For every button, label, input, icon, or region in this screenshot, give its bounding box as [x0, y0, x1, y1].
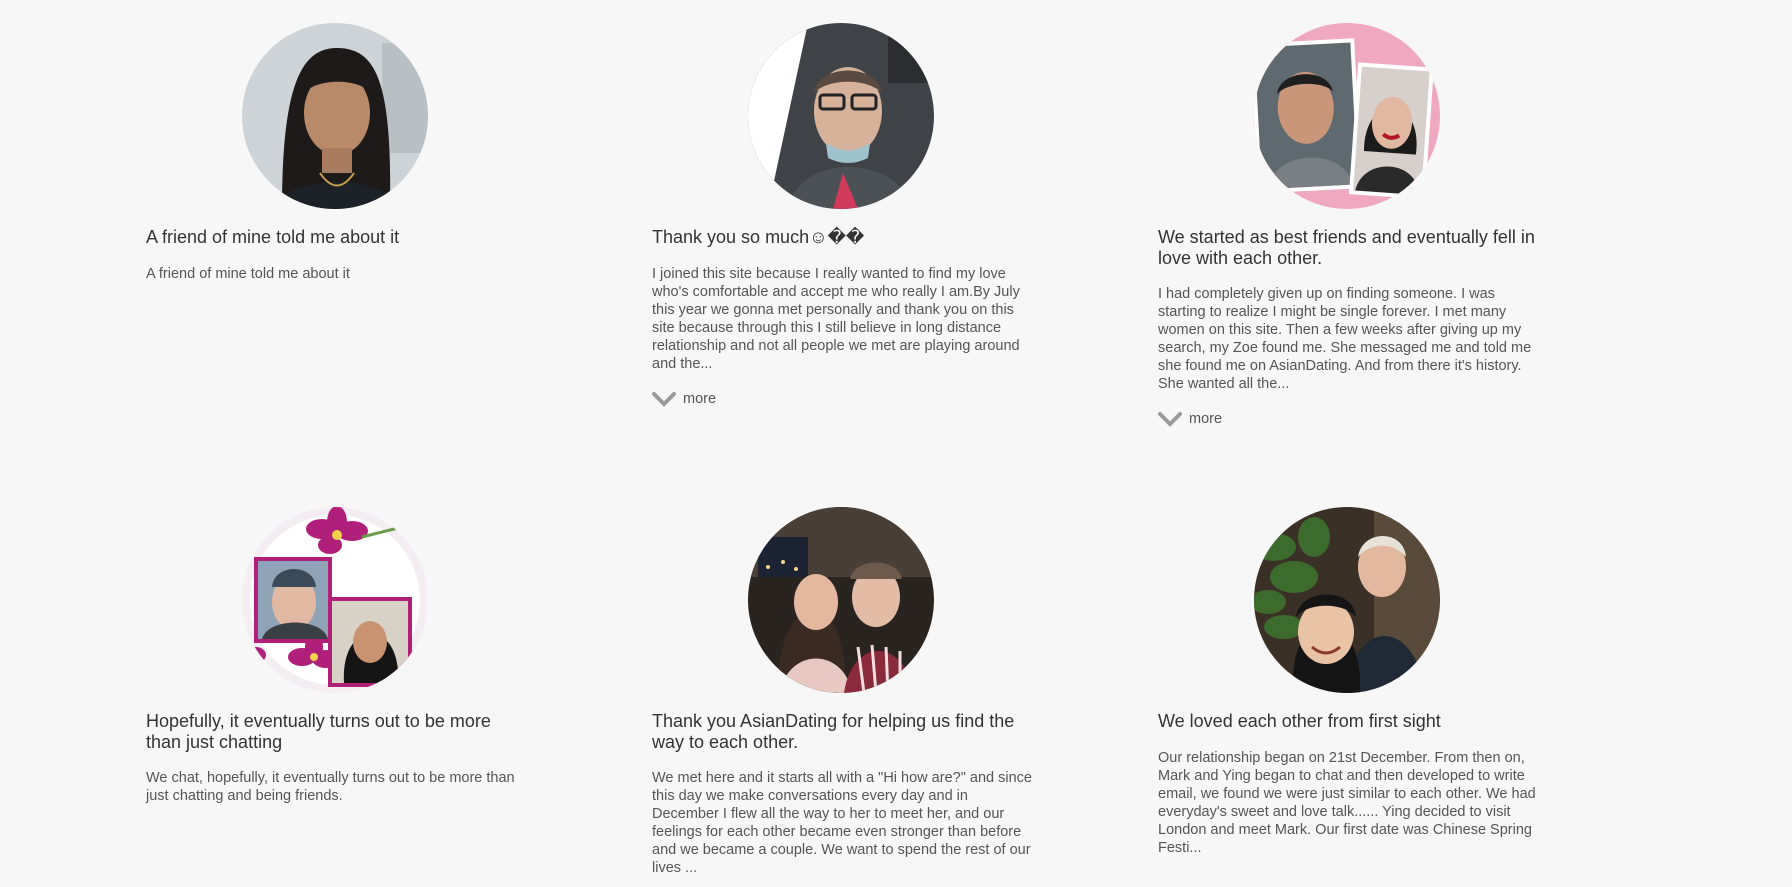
story-title: We loved each other from first sight [1158, 711, 1441, 731]
story-card: Thank you so much☺�� I joined this site … [652, 23, 1040, 507]
more-label[interactable]: more [683, 391, 716, 407]
story-title: Hopefully, it eventually turns out to be… [146, 711, 491, 752]
story-photo[interactable] [1254, 23, 1440, 209]
story-photo[interactable] [242, 507, 428, 693]
story-photo[interactable] [748, 23, 934, 209]
story-photo[interactable] [1254, 507, 1440, 693]
more-label[interactable]: more [1189, 411, 1222, 427]
story-photo[interactable] [748, 507, 934, 693]
man-in-car-image [748, 23, 934, 209]
story-text: Our relationship began on 21st December.… [1158, 750, 1536, 856]
story-title: Thank you so much☺�� [652, 227, 865, 247]
story-text: I joined this site because I really want… [652, 266, 1020, 372]
story-text: I had completely given up on finding som… [1158, 286, 1532, 392]
couple-collage-image [1254, 23, 1440, 209]
story-photo[interactable] [242, 23, 428, 209]
couple-with-plant-image [1254, 507, 1440, 693]
story-text: A friend of mine told me about it [146, 266, 350, 282]
story-card: A friend of mine told me about it A frie… [146, 23, 534, 507]
story-title: A friend of mine told me about it [146, 227, 400, 247]
story-card: Hopefully, it eventually turns out to be… [146, 507, 534, 887]
success-stories-grid: A friend of mine told me about it A frie… [146, 23, 1546, 887]
story-card: We loved each other from first sight Our… [1158, 507, 1546, 887]
more-toggle[interactable]: more [1158, 411, 1222, 427]
story-title: Thank you AsianDating for helping us fin… [652, 711, 1015, 752]
chevron-down-icon [652, 392, 676, 407]
more-toggle[interactable]: more [652, 391, 716, 407]
story-text: We met here and it starts all with a "Hi… [652, 770, 1032, 876]
chevron-down-icon [1158, 412, 1182, 427]
orchid-couple-collage-image [242, 507, 428, 693]
couple-restaurant-image [748, 507, 934, 693]
story-card: We started as best friends and eventuall… [1158, 23, 1546, 507]
story-text: We chat, hopefully, it eventually turns … [146, 770, 515, 804]
story-card: Thank you AsianDating for helping us fin… [652, 507, 1040, 887]
woman-portrait-image [242, 23, 428, 209]
story-title: We started as best friends and eventuall… [1158, 227, 1535, 268]
